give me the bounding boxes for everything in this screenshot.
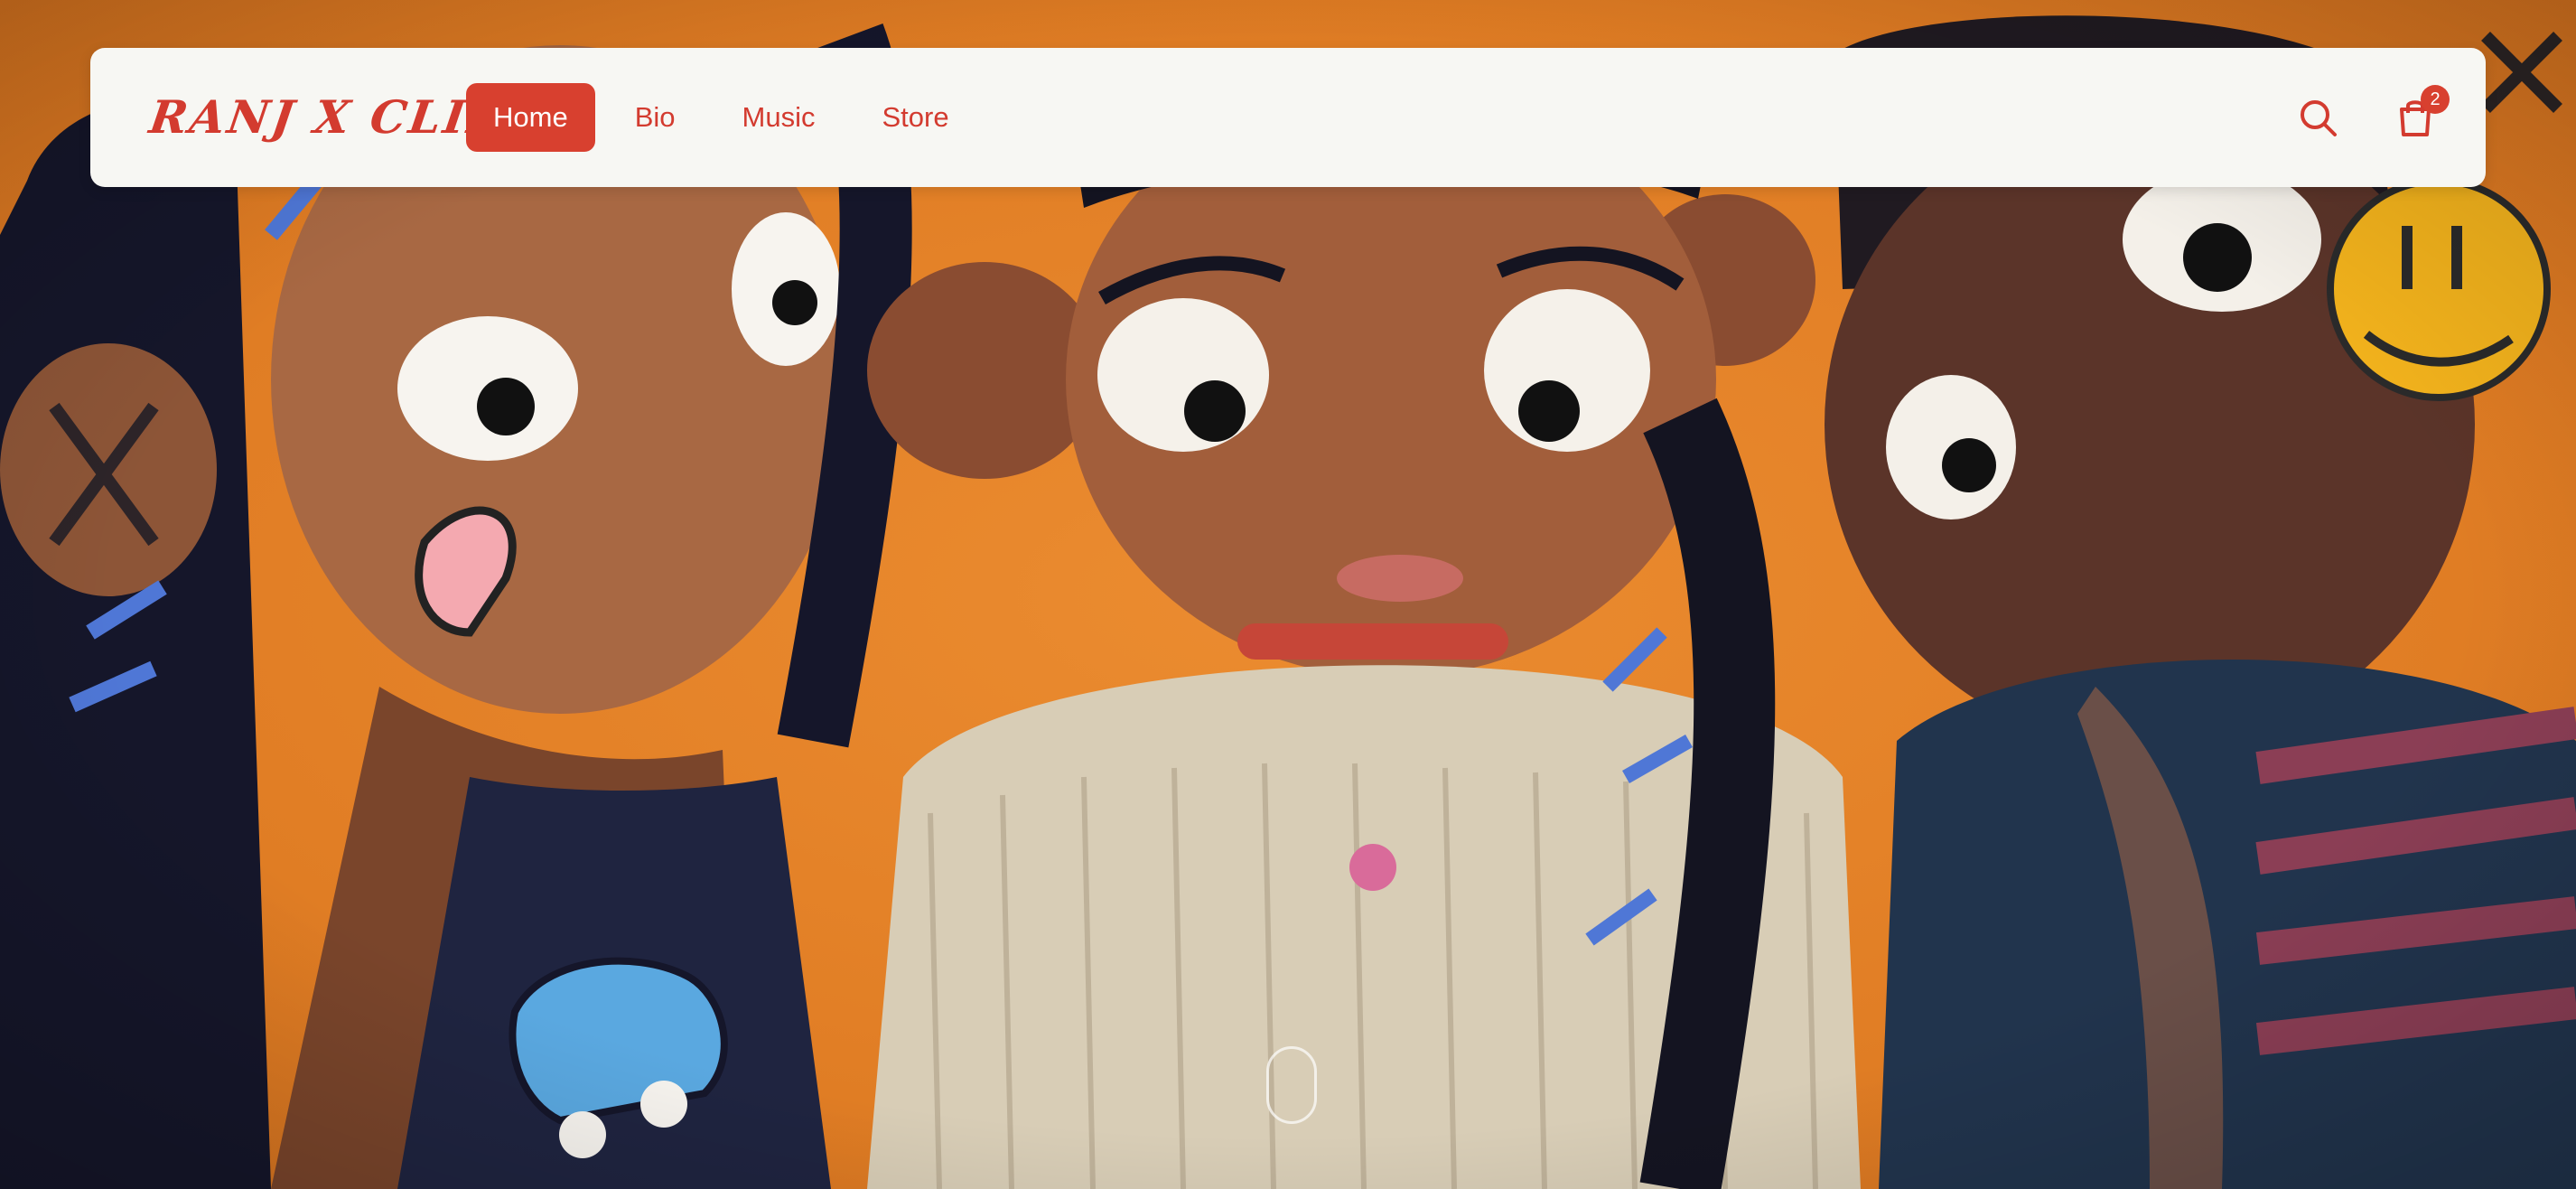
search-icon [2301, 100, 2337, 136]
scroll-mouse-icon [1266, 1046, 1317, 1124]
cart-button[interactable]: 2 [2388, 85, 2450, 145]
nav-bio[interactable]: Bio [608, 83, 703, 152]
nav-store[interactable]: Store [854, 83, 975, 152]
cart-count-badge: 2 [2421, 85, 2450, 114]
main-navigation: Home Bio Music Store [466, 82, 976, 153]
header-actions: 2 [2291, 82, 2450, 153]
search-button[interactable] [2291, 90, 2345, 145]
nav-home[interactable]: Home [466, 83, 595, 152]
top-navbar: RANJ X CLIFR Home Bio Music Store 2 [90, 48, 2486, 187]
nav-music[interactable]: Music [715, 83, 843, 152]
